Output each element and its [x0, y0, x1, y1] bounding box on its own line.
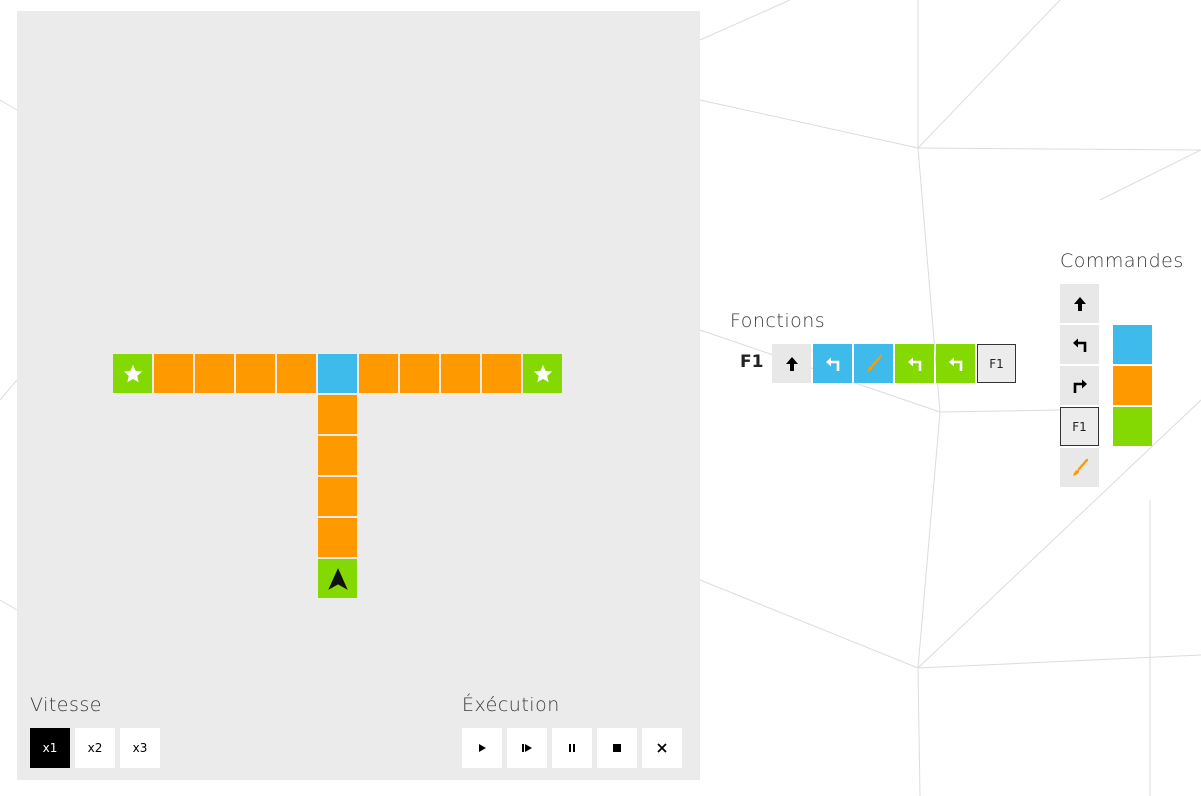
- star-icon: [122, 363, 144, 385]
- command-turn-left[interactable]: [1060, 325, 1099, 364]
- speed-x1-button[interactable]: x1: [30, 728, 70, 768]
- command-paint-brush[interactable]: [1060, 448, 1099, 487]
- close-icon: [657, 743, 667, 753]
- turn-left-icon: [947, 355, 965, 373]
- board-tile: [359, 354, 398, 393]
- f1-slot[interactable]: F1: [977, 344, 1016, 383]
- stop-icon: [612, 743, 622, 753]
- f1-slot[interactable]: [895, 344, 934, 383]
- execution-label: Éxécution: [462, 694, 560, 716]
- f1-slot[interactable]: [854, 344, 893, 383]
- board-tile: [318, 354, 357, 393]
- command-arrow-up[interactable]: [1060, 284, 1099, 323]
- board-tile: [400, 354, 439, 393]
- f1-slot[interactable]: [936, 344, 975, 383]
- f1-slot[interactable]: [813, 344, 852, 383]
- f1-label: F1: [740, 352, 764, 372]
- board-tile: [318, 518, 357, 557]
- board-tile: [441, 354, 480, 393]
- board-tile: [318, 395, 357, 434]
- board-tile: [277, 354, 316, 393]
- board-tile: [236, 354, 275, 393]
- stop-button[interactable]: [597, 728, 637, 768]
- commands-label: Commandes: [1060, 250, 1184, 272]
- command-turn-right[interactable]: [1060, 366, 1099, 405]
- board-tile: [482, 354, 521, 393]
- star-icon: [532, 363, 554, 385]
- f1-slot[interactable]: [772, 344, 811, 383]
- board-tile: [113, 354, 152, 393]
- functions-label: Fonctions: [730, 310, 826, 332]
- speed-x2-button[interactable]: x2: [75, 728, 115, 768]
- play-button[interactable]: [462, 728, 502, 768]
- step-icon: [521, 743, 533, 753]
- color-orange-swatch[interactable]: [1113, 366, 1152, 405]
- speed-x3-button[interactable]: x3: [120, 728, 160, 768]
- color-blue-swatch[interactable]: [1113, 325, 1152, 364]
- pause-button[interactable]: [552, 728, 592, 768]
- play-icon: [477, 743, 487, 753]
- turn-right-icon: [1071, 377, 1089, 395]
- board-tile: [195, 354, 234, 393]
- board-tile: [523, 354, 562, 393]
- speed-label: Vitesse: [30, 694, 102, 716]
- clear-button[interactable]: [642, 728, 682, 768]
- paint-brush-icon: [864, 354, 884, 374]
- arrow-up-icon: [1072, 296, 1088, 312]
- robot-arrow-icon: [325, 566, 351, 592]
- board-tile: [318, 559, 357, 598]
- board-tile: [154, 354, 193, 393]
- board-tile: [318, 477, 357, 516]
- pause-icon: [567, 743, 577, 753]
- turn-left-icon: [1071, 336, 1089, 354]
- board-tile: [318, 436, 357, 475]
- game-board: Vitesse x1 x2 x3 Éxécution: [17, 11, 700, 780]
- command-f1[interactable]: F1: [1060, 407, 1099, 446]
- turn-left-icon: [906, 355, 924, 373]
- turn-left-icon: [824, 355, 842, 373]
- step-button[interactable]: [507, 728, 547, 768]
- arrow-up-icon: [784, 356, 800, 372]
- color-green-swatch[interactable]: [1113, 407, 1152, 446]
- paint-brush-icon: [1070, 458, 1090, 478]
